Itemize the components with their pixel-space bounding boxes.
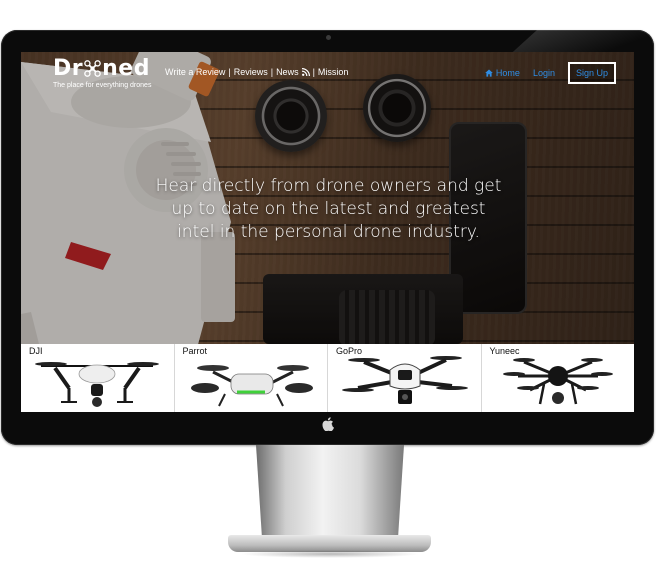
nav-link-write-review[interactable]: Write a Review xyxy=(165,67,225,77)
home-label: Home xyxy=(495,68,520,78)
nav-separator: | xyxy=(228,67,231,77)
brand-tile-dji[interactable]: DJI xyxy=(21,344,175,412)
stand-neck xyxy=(256,445,404,537)
apple-logo-icon xyxy=(322,417,334,431)
brand-tile-label: Parrot xyxy=(182,346,208,356)
brand-suffix: ned xyxy=(102,56,150,81)
hero-headline: Hear directly from drone owners and get … xyxy=(155,176,502,242)
brand-title: Dr ned xyxy=(53,56,151,81)
stand-shadow xyxy=(240,550,420,558)
nav-home-link[interactable]: Home xyxy=(485,68,520,78)
brand-tile-parrot[interactable]: Parrot xyxy=(174,344,328,412)
brand-tile-gopro[interactable]: GoPro xyxy=(328,344,482,412)
account-nav: Home Login Sign Up xyxy=(485,62,616,84)
brand-tagline: The place for everything drones xyxy=(53,82,152,89)
brand-tile-label: GoPro xyxy=(336,346,363,356)
rss-icon xyxy=(301,68,310,76)
nav-link-mission[interactable]: Mission xyxy=(318,67,349,77)
dji-drone-image xyxy=(35,362,159,407)
login-link[interactable]: Login xyxy=(533,68,555,78)
nav-link-news[interactable]: News xyxy=(276,67,299,77)
brand-tile-label: Yuneec xyxy=(489,346,520,356)
brand-tile-yuneec[interactable]: Yuneec xyxy=(481,344,634,412)
brand-prefix: Dr xyxy=(53,56,84,81)
hero-section: Dr ned The place for everything drones W… xyxy=(21,52,634,344)
screen: Dr ned The place for everything drones W… xyxy=(21,52,634,412)
nav-link-reviews[interactable]: Reviews xyxy=(234,67,268,77)
brand-logo[interactable]: Dr ned The place for everything drones xyxy=(53,56,151,89)
brand-tiles: DJI Parrot GoPro Yuneec xyxy=(21,344,634,412)
top-navbar: Dr ned The place for everything drones W… xyxy=(21,52,634,94)
signup-button[interactable]: Sign Up xyxy=(567,62,616,84)
drone-icon xyxy=(84,60,101,77)
nav-separator: | xyxy=(312,67,315,77)
nav-separator: | xyxy=(270,67,274,77)
home-icon xyxy=(485,69,493,77)
brand-tile-label: DJI xyxy=(29,346,43,356)
primary-nav: Write a Review | Reviews | News | Missio… xyxy=(165,67,348,77)
webcam-dot xyxy=(326,35,331,40)
